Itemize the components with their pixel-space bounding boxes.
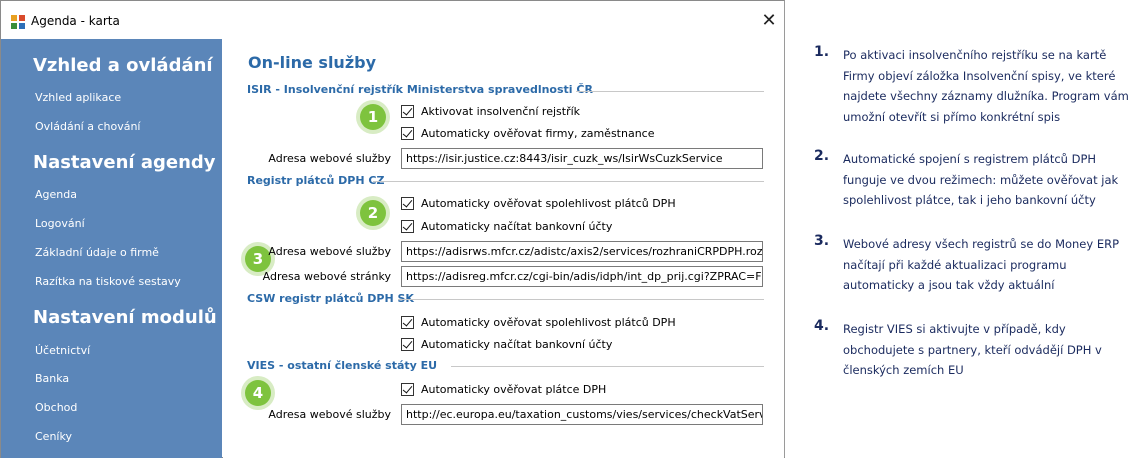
sidebar-item-obchod[interactable]: Obchod xyxy=(35,401,77,414)
isir-activate-checkbox[interactable]: Aktivovat insolvenční rejstřík xyxy=(401,103,580,119)
dph-cz-page-url-field[interactable]: https://adisreg.mfcr.cz/cgi-bin/adis/idp… xyxy=(401,266,763,287)
section-vies-heading: VIES - ostatní členské státy EU xyxy=(247,359,438,372)
sidebar-item-logovani[interactable]: Logování xyxy=(35,217,85,230)
dph-cz-reliability-checkbox[interactable]: Automaticky ověřovat spolehlivost plátců… xyxy=(401,195,676,211)
note-1: 1. Po aktivaci insolvenčního rejstříku s… xyxy=(814,44,1134,134)
checkbox-checked-icon[interactable] xyxy=(401,196,414,210)
sidebar-item-banka[interactable]: Banka xyxy=(35,372,69,385)
window-title: Agenda - karta xyxy=(31,14,120,28)
dph-cz-service-url-field[interactable]: https://adisrws.mfcr.cz/adistc/axis2/ser… xyxy=(401,241,763,262)
sidebar-item-vzhled-aplikace[interactable]: Vzhled aplikace xyxy=(35,91,121,104)
sidebar-item-ovladani[interactable]: Ovládání a chování xyxy=(35,120,140,133)
checkbox-checked-icon[interactable] xyxy=(401,382,414,396)
checkbox-label: Automaticky načítat bankovní účty xyxy=(421,219,613,233)
sidebar-item-razitka[interactable]: Razítka na tiskové sestavy xyxy=(35,275,181,288)
checkbox-label: Automaticky ověřovat spolehlivost plátců… xyxy=(421,315,676,329)
note-text: Automatické spojení s registrem plátců D… xyxy=(843,152,1119,207)
note-text: Po aktivaci insolvenčního rejstříku se n… xyxy=(843,48,1129,124)
agenda-window: Agenda - karta ✕ Vzhled a ovládání Vzhle… xyxy=(0,0,785,458)
page-title: On-line služby xyxy=(248,53,377,72)
close-icon[interactable]: ✕ xyxy=(759,11,779,31)
vies-url-label: Adresa webové služby xyxy=(268,408,391,421)
checkbox-checked-icon[interactable] xyxy=(401,315,414,329)
checkbox-label: Automaticky ověřovat spolehlivost plátců… xyxy=(421,196,676,210)
note-number: 1. xyxy=(814,44,830,60)
checkbox-checked-icon[interactable] xyxy=(401,126,414,140)
sidebar-heading-vzhled: Vzhled a ovládání xyxy=(33,55,213,76)
sidebar: Vzhled a ovládání Vzhled aplikace Ovládá… xyxy=(1,39,222,458)
vies-verify-checkbox[interactable]: Automaticky ověřovat plátce DPH xyxy=(401,381,606,397)
note-text: Registr VIES si aktivujte v případě, kdy… xyxy=(843,322,1102,377)
section-divider xyxy=(398,299,764,300)
note-3: 3. Webové adresy všech registrů se do Mo… xyxy=(814,233,1134,303)
section-divider xyxy=(451,366,764,367)
agenda-app-icon xyxy=(11,15,25,29)
note-number: 4. xyxy=(814,318,830,334)
dph-cz-page-url-label: Adresa webové stránky xyxy=(262,270,391,283)
note-number: 2. xyxy=(814,148,830,164)
step-badge-3: 3 xyxy=(245,246,271,272)
dph-cz-bank-accounts-checkbox[interactable]: Automaticky načítat bankovní účty xyxy=(401,218,612,234)
sidebar-item-ucetnictvi[interactable]: Účetnictví xyxy=(35,344,90,357)
step-badge-4: 4 xyxy=(245,380,271,406)
sidebar-item-agenda[interactable]: Agenda xyxy=(35,188,77,201)
checkbox-checked-icon[interactable] xyxy=(401,104,414,118)
dph-sk-reliability-checkbox[interactable]: Automaticky ověřovat spolehlivost plátců… xyxy=(401,314,676,330)
note-number: 3. xyxy=(814,233,830,249)
dph-sk-bank-accounts-checkbox[interactable]: Automaticky načítat bankovní účty xyxy=(401,336,612,352)
sidebar-item-zakladni-udaje[interactable]: Základní údaje o firmě xyxy=(35,246,159,259)
section-isir-heading: ISIR - Insolvenční rejstřík Ministerstva… xyxy=(247,83,593,96)
sidebar-heading-moduly: Nastavení modulů xyxy=(33,307,217,328)
checkbox-label: Aktivovat insolvenční rejstřík xyxy=(421,104,581,118)
section-dph-sk-heading: CSW registr plátců DPH SK xyxy=(247,292,414,305)
checkbox-label: Automaticky načítat bankovní účty xyxy=(421,337,613,351)
checkbox-label: Automaticky ověřovat firmy, zaměstnance xyxy=(421,126,655,140)
isir-url-label: Adresa webové služby xyxy=(268,152,391,165)
dph-cz-service-url-label: Adresa webové služby xyxy=(268,245,391,258)
checkbox-label: Automaticky ověřovat plátce DPH xyxy=(421,382,607,396)
vies-url-field[interactable]: http://ec.europa.eu/taxation_customs/vie… xyxy=(401,404,763,425)
sidebar-item-ceniky[interactable]: Ceníky xyxy=(35,430,72,443)
isir-auto-verify-checkbox[interactable]: Automaticky ověřovat firmy, zaměstnance xyxy=(401,125,655,141)
note-text: Webové adresy všech registrů se do Money… xyxy=(843,237,1120,292)
step-badge-1: 1 xyxy=(360,104,386,130)
title-bar[interactable]: Agenda - karta ✕ xyxy=(1,1,784,39)
note-4: 4. Registr VIES si aktivujte v případě, … xyxy=(814,318,1134,388)
section-divider xyxy=(373,181,764,182)
section-dph-cz-heading: Registr plátců DPH CZ xyxy=(247,174,385,187)
step-badge-2: 2 xyxy=(360,200,386,226)
isir-url-field[interactable]: https://isir.justice.cz:8443/isir_cuzk_w… xyxy=(401,148,763,169)
section-divider xyxy=(576,91,764,92)
settings-panel: On-line služby ISIR - Insolvenční rejstř… xyxy=(223,39,784,458)
note-2: 2. Automatické spojení s registrem plátc… xyxy=(814,148,1134,218)
checkbox-checked-icon[interactable] xyxy=(401,219,414,233)
sidebar-heading-agenda: Nastavení agendy xyxy=(33,152,216,173)
checkbox-checked-icon[interactable] xyxy=(401,337,414,351)
